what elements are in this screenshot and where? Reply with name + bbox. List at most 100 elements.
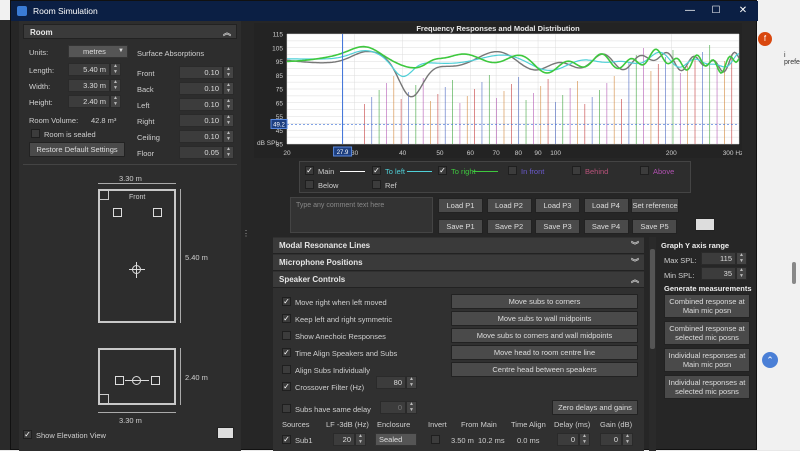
scrollbar-thumb[interactable] (650, 249, 655, 349)
measurement-button[interactable]: Combined response at Main mic posn (664, 294, 750, 318)
speaker-option-checkbox[interactable] (282, 348, 291, 357)
legend-ref-checkbox[interactable] (372, 180, 381, 189)
sub1-enclosure-select[interactable]: Sealed (375, 433, 417, 446)
surface-front-field[interactable]: 0.10 (179, 66, 223, 79)
show-elevation-checkbox[interactable] (23, 430, 32, 439)
speaker-action-button[interactable]: Move head to room centre line (451, 345, 638, 360)
modal-lines-section-header[interactable]: Modal Resonance Lines ︾ (273, 238, 644, 254)
collapse-chevron-icon[interactable]: ︽ (631, 272, 639, 288)
set-reference-button[interactable]: Set reference (631, 198, 679, 213)
legend-in-front-checkbox[interactable] (508, 166, 517, 175)
surface-back-field[interactable]: 0.10 (179, 82, 223, 95)
expand-chevron-icon[interactable]: ︾ (631, 255, 639, 271)
subs-delay-field[interactable]: 0 (380, 401, 406, 414)
legend-main-checkbox[interactable] (305, 166, 314, 175)
speaker-option-checkbox[interactable] (282, 331, 291, 340)
browser-bookmarks-label[interactable]: i preferiti (784, 52, 800, 66)
sub1-gain-stepper[interactable]: ▲ ▼ (622, 433, 633, 446)
speaker-controls-section-header[interactable]: Speaker Controls ︽ (273, 272, 644, 288)
surface-ceiling-stepper[interactable]: ▲ ▼ (223, 130, 234, 143)
scroll-top-icon[interactable]: ⌃ (762, 352, 778, 368)
crossover-field[interactable]: 80 (376, 376, 406, 389)
minimize-button[interactable]: — (677, 1, 703, 21)
max-spl-field[interactable]: 115 (701, 252, 736, 265)
sub1-lf-stepper[interactable]: ▲ ▼ (355, 433, 366, 446)
surface-left-stepper[interactable]: ▲ ▼ (223, 98, 234, 111)
sub1-checkbox[interactable] (282, 435, 291, 444)
max-spl-stepper[interactable]: ▲ ▼ (736, 252, 747, 265)
width-field[interactable]: 3.30 m (68, 79, 110, 92)
legend-above-checkbox[interactable] (640, 166, 649, 175)
load-p1-button[interactable]: Load P1 (438, 198, 483, 213)
speaker-action-button[interactable]: Move subs to wall midpoints (451, 311, 638, 326)
load-p4-button[interactable]: Load P4 (583, 198, 629, 213)
right-speaker-icon[interactable] (153, 208, 162, 217)
comment-input[interactable]: Type any comment text here (290, 197, 433, 233)
speaker-option-checkbox[interactable] (282, 365, 291, 374)
mic-positions-section-header[interactable]: Microphone Positions ︾ (273, 255, 644, 271)
surface-ceiling-field[interactable]: 0.10 (179, 130, 223, 143)
sub1-delay-stepper[interactable]: ▲ ▼ (579, 433, 590, 446)
collapse-chevron-icon[interactable]: ︽ (223, 25, 231, 40)
room-elevation-view[interactable] (98, 348, 176, 405)
zero-delays-button[interactable]: Zero delays and gains (552, 400, 638, 415)
height-stepper[interactable]: ▲ ▼ (110, 95, 121, 108)
save-p3-button[interactable]: Save P3 (535, 219, 580, 234)
listener-head-icon[interactable] (132, 265, 141, 274)
browser-scrollbar[interactable] (792, 262, 796, 284)
surface-right-stepper[interactable]: ▲ ▼ (223, 114, 234, 127)
left-speaker-icon[interactable] (115, 376, 124, 385)
speaker-option-checkbox[interactable] (282, 297, 291, 306)
room-sealed-checkbox[interactable] (31, 129, 40, 138)
subs-same-delay-checkbox[interactable] (282, 404, 291, 413)
sub1-invert-checkbox[interactable] (431, 435, 440, 444)
surface-right-field[interactable]: 0.10 (179, 114, 223, 127)
surface-front-stepper[interactable]: ▲ ▼ (223, 66, 234, 79)
frequency-response-graph[interactable]: Frequency Responses and Modal Distributi… (254, 23, 742, 158)
restore-defaults-button[interactable]: Restore Default Settings (29, 142, 125, 157)
save-p4-button[interactable]: Save P4 (583, 219, 629, 234)
room-plan-view[interactable]: Front (98, 189, 176, 323)
measurement-button[interactable]: Combined response at selected mic posns (664, 321, 750, 345)
camera-icon[interactable] (217, 427, 234, 439)
load-p2-button[interactable]: Load P2 (486, 198, 532, 213)
measurement-button[interactable]: Individual responses at selected mic pos… (664, 375, 750, 399)
speaker-action-button[interactable]: Move subs to corners (451, 294, 638, 309)
sub1-gain-field[interactable]: 0 (600, 433, 622, 446)
units-select[interactable]: metres ▼ (68, 45, 128, 58)
room-section-header[interactable]: Room ︽ (23, 24, 237, 39)
splitter-handle[interactable]: ⋮ (242, 229, 250, 241)
left-speaker-icon[interactable] (113, 208, 122, 217)
speaker-option-checkbox[interactable] (282, 314, 291, 323)
browser-profile-avatar[interactable]: f (758, 32, 772, 46)
save-p2-button[interactable]: Save P2 (486, 219, 532, 234)
surface-floor-stepper[interactable]: ▲ ▼ (223, 146, 234, 159)
min-spl-stepper[interactable]: ▲ ▼ (736, 267, 747, 280)
controls-scrollbar[interactable] (649, 237, 656, 451)
surface-floor-field[interactable]: 0.05 (179, 146, 223, 159)
height-field[interactable]: 2.40 m (68, 95, 110, 108)
min-spl-field[interactable]: 35 (701, 267, 736, 280)
width-stepper[interactable]: ▲ ▼ (110, 79, 121, 92)
sub-marker[interactable] (99, 394, 109, 404)
crossover-stepper[interactable]: ▲ ▼ (406, 376, 417, 389)
close-button[interactable]: ✕ (730, 1, 756, 21)
legend-behind-checkbox[interactable] (572, 166, 581, 175)
right-speaker-icon[interactable] (151, 376, 160, 385)
maximize-button[interactable]: ☐ (703, 1, 729, 21)
speaker-action-button[interactable]: Centre head between speakers (451, 362, 638, 377)
legend-to-right-checkbox[interactable] (438, 166, 447, 175)
sub1-delay-field[interactable]: 0 (557, 433, 579, 446)
surface-left-field[interactable]: 0.10 (179, 98, 223, 111)
save-p1-button[interactable]: Save P1 (438, 219, 483, 234)
subs-delay-stepper[interactable]: ▲ ▼ (406, 401, 417, 414)
sub1-lf-field[interactable]: 20 (333, 433, 355, 446)
length-stepper[interactable]: ▲ ▼ (110, 63, 121, 76)
legend-to-left-checkbox[interactable] (372, 166, 381, 175)
speaker-option-checkbox[interactable] (282, 382, 291, 391)
load-p3-button[interactable]: Load P3 (535, 198, 580, 213)
save-p5-button[interactable]: Save P5 (632, 219, 677, 234)
camera-icon[interactable] (695, 218, 715, 231)
expand-chevron-icon[interactable]: ︾ (631, 238, 639, 254)
legend-below-checkbox[interactable] (305, 180, 314, 189)
